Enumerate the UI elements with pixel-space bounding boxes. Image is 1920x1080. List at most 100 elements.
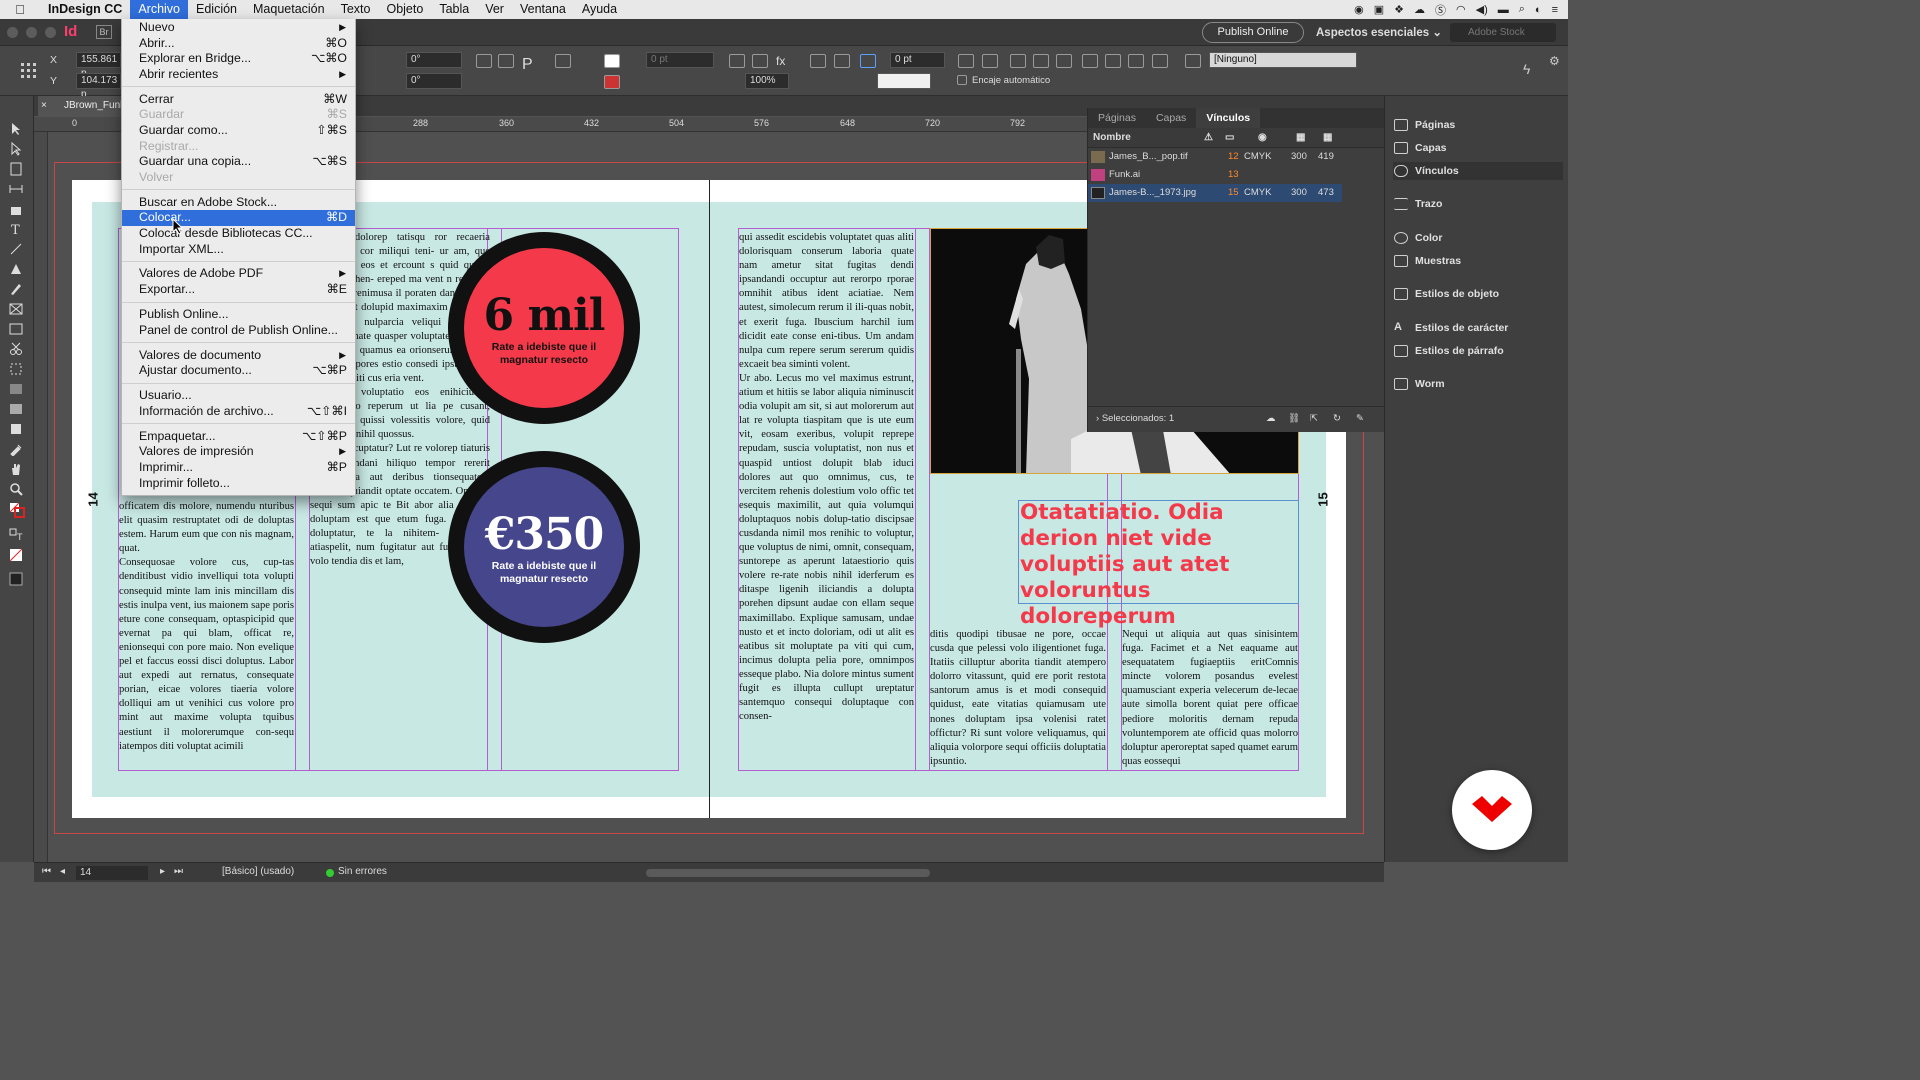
menu-item[interactable]: Abrir recientes ▶: [122, 67, 355, 83]
rectangle-tool-icon[interactable]: [9, 322, 24, 335]
dock-muestras[interactable]: Muestras: [1393, 252, 1563, 270]
color-column-icon[interactable]: ◉: [1258, 128, 1267, 148]
menu-item[interactable]: Empaquetar... ⌥⇧⌘P: [122, 429, 355, 445]
fill-stroke-swatch-icon[interactable]: [9, 502, 25, 518]
object-style-dropdown[interactable]: [Ninguno]: [1209, 52, 1357, 68]
align-top-icon[interactable]: [958, 54, 974, 68]
link-page[interactable]: 15: [1228, 184, 1239, 202]
note-tool-icon[interactable]: [9, 422, 24, 435]
zoom-window-icon[interactable]: [45, 27, 56, 38]
y-position-field[interactable]: 104.173 p: [76, 73, 121, 100]
gear-icon[interactable]: ⚙: [1549, 54, 1565, 68]
screen-mode-icon[interactable]: [9, 572, 24, 586]
minimize-window-icon[interactable]: [26, 27, 37, 38]
menu-item[interactable]: Valores de impresión ▶: [122, 444, 355, 460]
edit-original-icon[interactable]: ✎: [1356, 407, 1364, 431]
dock-vinculos[interactable]: Vínculos: [1393, 162, 1563, 180]
menu-item[interactable]: Valores de Adobe PDF ▶: [122, 266, 355, 282]
page-tool-icon[interactable]: [9, 162, 24, 176]
align-middle-icon[interactable]: [982, 54, 998, 68]
menu-item[interactable]: Valores de documento ▶: [122, 348, 355, 364]
flag-icon[interactable]: ▬: [1498, 4, 1509, 16]
dock-estilos-objeto[interactable]: Estilos de objeto: [1393, 285, 1563, 303]
shear-angle-field[interactable]: 0°: [406, 73, 462, 89]
fx-effects-icon[interactable]: fx: [776, 54, 792, 68]
menu-item[interactable]: Explorar en Bridge... ⌥⌘O: [122, 51, 355, 67]
adobe-stock-search[interactable]: Adobe Stock: [1450, 23, 1556, 42]
content-collector-icon[interactable]: [9, 202, 24, 215]
x-position-field[interactable]: 155.861 p: [76, 52, 121, 79]
distribute-horizontal-icon[interactable]: [1010, 54, 1026, 68]
close-tab-icon[interactable]: ×: [41, 96, 47, 116]
formatting-affects-container-icon[interactable]: T: [9, 528, 24, 542]
menu-ver[interactable]: Ver: [477, 0, 512, 19]
warning-icon[interactable]: ⚠: [1204, 128, 1213, 148]
menu-ventana[interactable]: Ventana: [512, 0, 574, 19]
notifications-icon[interactable]: ≡: [1552, 4, 1558, 16]
spotlight-icon[interactable]: ⌕: [1519, 3, 1525, 16]
menu-texto[interactable]: Texto: [333, 0, 379, 19]
menu-item[interactable]: Imprimir folleto...: [122, 476, 355, 492]
apply-none-icon[interactable]: [9, 548, 24, 562]
menu-edicion[interactable]: Edición: [188, 0, 245, 19]
menu-ayuda[interactable]: Ayuda: [574, 0, 625, 19]
dock-color[interactable]: Color: [1393, 229, 1563, 247]
pencil-tool-icon[interactable]: [9, 282, 24, 295]
autofit-checkbox[interactable]: [957, 75, 967, 85]
menu-item[interactable]: Abrir... ⌘O: [122, 36, 355, 52]
right-column-3-text[interactable]: Nequi ut aliquia aut quas sinisintem fug…: [1122, 628, 1298, 771]
tab-paginas[interactable]: Páginas: [1088, 108, 1146, 128]
stroke-color-icon[interactable]: [604, 75, 620, 89]
stat-circle-purple[interactable]: €350 Rate a idebiste que il magnatur res…: [448, 451, 640, 643]
dock-capas[interactable]: Capas: [1393, 139, 1563, 157]
skype-icon[interactable]: Ⓢ: [1435, 2, 1446, 18]
menu-item[interactable]: Guardar una copia... ⌥⌘S: [122, 154, 355, 170]
link-page[interactable]: 12: [1228, 148, 1239, 166]
rotate-cw-icon[interactable]: [476, 54, 492, 68]
align-to-selection-icon[interactable]: [1152, 54, 1168, 68]
type-tool-icon[interactable]: T: [9, 222, 24, 238]
channel-logo-badge[interactable]: [1452, 770, 1532, 850]
menu-item[interactable]: Usuario...: [122, 388, 355, 404]
stroke-style-dropdown[interactable]: [877, 73, 931, 89]
scale-percent-field[interactable]: 100%: [745, 73, 789, 89]
menu-maquetacion[interactable]: Maquetación: [245, 0, 333, 19]
wifi-icon[interactable]: ◠: [1456, 3, 1466, 16]
horizontal-scrollbar[interactable]: [646, 869, 930, 877]
right-column-1-text[interactable]: qui assedit escidebis voluptatet quas al…: [739, 231, 914, 771]
preflight-status[interactable]: Sin errores: [338, 866, 387, 877]
preflight-profile[interactable]: [Básico] (usado): [222, 866, 294, 877]
name-column-header[interactable]: Nombre: [1093, 132, 1131, 143]
link-page[interactable]: 13: [1228, 166, 1239, 184]
chevron-right-icon[interactable]: ›: [1096, 413, 1099, 424]
menu-item[interactable]: Exportar... ⌘E: [122, 282, 355, 298]
menu-item[interactable]: Colocar... ⌘D: [122, 210, 355, 226]
menu-item[interactable]: Información de archivo... ⌥⇧⌘I: [122, 404, 355, 420]
vertical-ruler[interactable]: [34, 132, 48, 862]
flip-vertical-icon[interactable]: [555, 54, 571, 68]
cc-library-icon[interactable]: ☁: [1266, 407, 1276, 431]
dock-worm[interactable]: Worm: [1393, 375, 1563, 393]
distribute-spacing-icon[interactable]: [1056, 54, 1072, 68]
fill-none-icon[interactable]: [604, 54, 620, 68]
align-objects-left-icon[interactable]: [1082, 54, 1098, 68]
direct-selection-tool-icon[interactable]: [9, 141, 24, 156]
line-tool-icon[interactable]: [9, 242, 24, 255]
apple-icon[interactable]: : [0, 2, 40, 17]
rotation-angle-field[interactable]: 0°: [406, 52, 462, 68]
hand-tool-icon[interactable]: [9, 462, 24, 475]
prev-page-icon[interactable]: ◂: [60, 866, 65, 877]
gap-tool-icon[interactable]: [9, 182, 24, 195]
link-row-selected[interactable]: James-B..._1973.jpg 15 CMYK 300 473: [1088, 184, 1342, 202]
lightning-icon[interactable]: ϟ: [1523, 61, 1539, 77]
rectangle-frame-tool-icon[interactable]: [9, 302, 24, 315]
relink-icon[interactable]: ⛓: [1288, 407, 1300, 431]
menu-item[interactable]: Guardar como... ⇧⌘S: [122, 123, 355, 139]
dock-paginas[interactable]: Páginas: [1393, 116, 1563, 134]
dock-trazo[interactable]: Trazo: [1393, 195, 1563, 213]
reference-point-icon[interactable]: [20, 62, 38, 80]
dock-estilos-parrafo[interactable]: Estilos de párrafo: [1393, 342, 1563, 360]
dropbox-icon[interactable]: ❖: [1394, 3, 1404, 16]
right-column-2-text[interactable]: ditis quodipi tibusae ne pore, occae cus…: [930, 628, 1106, 771]
dock-estilos-caracter[interactable]: A Estilos de carácter: [1393, 319, 1563, 337]
